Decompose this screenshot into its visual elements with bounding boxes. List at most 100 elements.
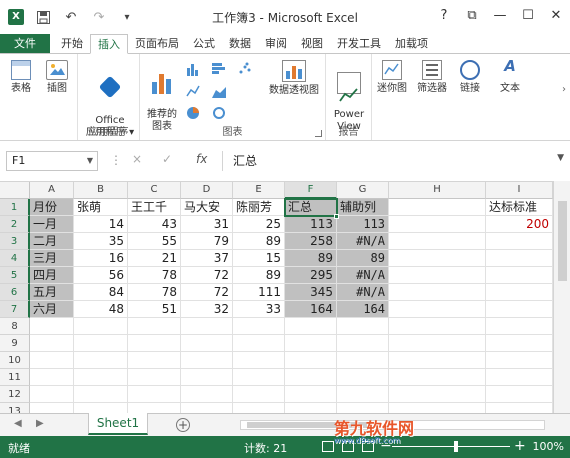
cell-f8[interactable] xyxy=(285,318,337,335)
cell-d1[interactable]: 马大安 xyxy=(181,199,233,216)
normal-view-icon[interactable] xyxy=(322,441,334,452)
cell-h2[interactable] xyxy=(389,216,486,233)
cell-b7[interactable]: 48 xyxy=(74,301,128,318)
cell-c12[interactable] xyxy=(128,386,181,403)
cell-h13[interactable] xyxy=(389,403,486,413)
name-box-dropdown-icon[interactable]: ▼ xyxy=(87,152,93,170)
cell-i6[interactable] xyxy=(486,284,553,301)
cell-i5[interactable] xyxy=(486,267,553,284)
row-header-12[interactable]: 12 xyxy=(0,386,30,403)
cell-c3[interactable]: 55 xyxy=(128,233,181,250)
cell-e6[interactable]: 111 xyxy=(233,284,285,301)
column-header-d[interactable]: D xyxy=(181,182,233,199)
cell-b4[interactable]: 16 xyxy=(74,250,128,267)
row-header-2[interactable]: 2 xyxy=(0,216,30,233)
tab-developer[interactable]: 开发工具 xyxy=(330,34,388,54)
tab-review[interactable]: 审阅 xyxy=(258,34,294,54)
minimize-button[interactable]: — xyxy=(486,0,514,30)
tab-page-layout[interactable]: 页面布局 xyxy=(128,34,186,54)
column-header-g[interactable]: G xyxy=(337,182,389,199)
cell-e7[interactable]: 33 xyxy=(233,301,285,318)
cell-h3[interactable] xyxy=(389,233,486,250)
column-header-c[interactable]: C xyxy=(128,182,181,199)
cell-g10[interactable] xyxy=(337,352,389,369)
cell-g3[interactable]: #N/A xyxy=(337,233,389,250)
cell-i11[interactable] xyxy=(486,369,553,386)
cell-f6[interactable]: 345 xyxy=(285,284,337,301)
cell-c9[interactable] xyxy=(128,335,181,352)
cell-c5[interactable]: 78 xyxy=(128,267,181,284)
cell-e5[interactable]: 89 xyxy=(233,267,285,284)
cell-e8[interactable] xyxy=(233,318,285,335)
cell-e3[interactable]: 89 xyxy=(233,233,285,250)
cell-g9[interactable] xyxy=(337,335,389,352)
cell-d5[interactable]: 72 xyxy=(181,267,233,284)
row-header-4[interactable]: 4 xyxy=(0,250,30,267)
cell-g6[interactable]: #N/A xyxy=(337,284,389,301)
cell-a8[interactable] xyxy=(30,318,74,335)
cell-b9[interactable] xyxy=(74,335,128,352)
cell-h6[interactable] xyxy=(389,284,486,301)
cell-g4[interactable]: 89 xyxy=(337,250,389,267)
cell-b13[interactable] xyxy=(74,403,128,413)
cell-a5[interactable]: 四月 xyxy=(30,267,74,284)
row-header-9[interactable]: 9 xyxy=(0,335,30,352)
cell-h4[interactable] xyxy=(389,250,486,267)
cell-f7[interactable]: 164 xyxy=(285,301,337,318)
cell-h11[interactable] xyxy=(389,369,486,386)
cell-e12[interactable] xyxy=(233,386,285,403)
cell-d13[interactable] xyxy=(181,403,233,413)
cell-d3[interactable]: 79 xyxy=(181,233,233,250)
cell-g13[interactable] xyxy=(337,403,389,413)
row-header-1[interactable]: 1 xyxy=(0,199,30,216)
tab-file[interactable]: 文件 xyxy=(0,34,50,54)
close-button[interactable]: ✕ xyxy=(542,0,570,30)
row-header-11[interactable]: 11 xyxy=(0,369,30,386)
cell-b11[interactable] xyxy=(74,369,128,386)
cell-e10[interactable] xyxy=(233,352,285,369)
cell-c6[interactable]: 78 xyxy=(128,284,181,301)
cell-g8[interactable] xyxy=(337,318,389,335)
text-button[interactable]: A 文本 xyxy=(492,59,528,95)
cell-h8[interactable] xyxy=(389,318,486,335)
cell-f3[interactable]: 258 xyxy=(285,233,337,250)
enter-formula-button[interactable]: ✓ xyxy=(162,152,172,166)
table-button[interactable]: 表格 xyxy=(6,60,36,95)
cell-b3[interactable]: 35 xyxy=(74,233,128,250)
cell-c11[interactable] xyxy=(128,369,181,386)
cell-h12[interactable] xyxy=(389,386,486,403)
tab-insert[interactable]: 插入 xyxy=(90,34,128,54)
cell-d10[interactable] xyxy=(181,352,233,369)
pivot-chart-button[interactable]: 数据透视图 xyxy=(266,60,322,97)
cell-h1[interactable] xyxy=(389,199,486,216)
cell-c4[interactable]: 21 xyxy=(128,250,181,267)
vertical-scrollbar[interactable] xyxy=(553,181,570,413)
cell-e13[interactable] xyxy=(233,403,285,413)
cell-d8[interactable] xyxy=(181,318,233,335)
cell-e11[interactable] xyxy=(233,369,285,386)
cell-g5[interactable]: #N/A xyxy=(337,267,389,284)
zoom-in-button[interactable]: + xyxy=(514,438,526,454)
cell-h9[interactable] xyxy=(389,335,486,352)
bar-chart-icon[interactable] xyxy=(212,62,226,76)
filter-button[interactable]: 筛选器 xyxy=(412,60,452,95)
row-header-7[interactable]: 7 xyxy=(0,301,30,318)
cell-b8[interactable] xyxy=(74,318,128,335)
tab-data[interactable]: 数据 xyxy=(222,34,258,54)
cell-h10[interactable] xyxy=(389,352,486,369)
cell-g12[interactable] xyxy=(337,386,389,403)
vertical-scroll-thumb[interactable] xyxy=(558,201,567,281)
cell-d2[interactable]: 31 xyxy=(181,216,233,233)
cell-f2[interactable]: 113 xyxy=(285,216,337,233)
scatter-chart-icon[interactable] xyxy=(238,62,252,76)
cell-a3[interactable]: 二月 xyxy=(30,233,74,250)
cell-a9[interactable] xyxy=(30,335,74,352)
select-all-button[interactable] xyxy=(0,182,30,199)
cell-i1[interactable]: 达标标准 xyxy=(486,199,553,216)
cell-f5[interactable]: 295 xyxy=(285,267,337,284)
formula-input[interactable]: 汇总 xyxy=(222,151,552,171)
tab-formulas[interactable]: 公式 xyxy=(186,34,222,54)
row-header-3[interactable]: 3 xyxy=(0,233,30,250)
cell-b2[interactable]: 14 xyxy=(74,216,128,233)
pie-chart-icon[interactable] xyxy=(186,106,200,120)
